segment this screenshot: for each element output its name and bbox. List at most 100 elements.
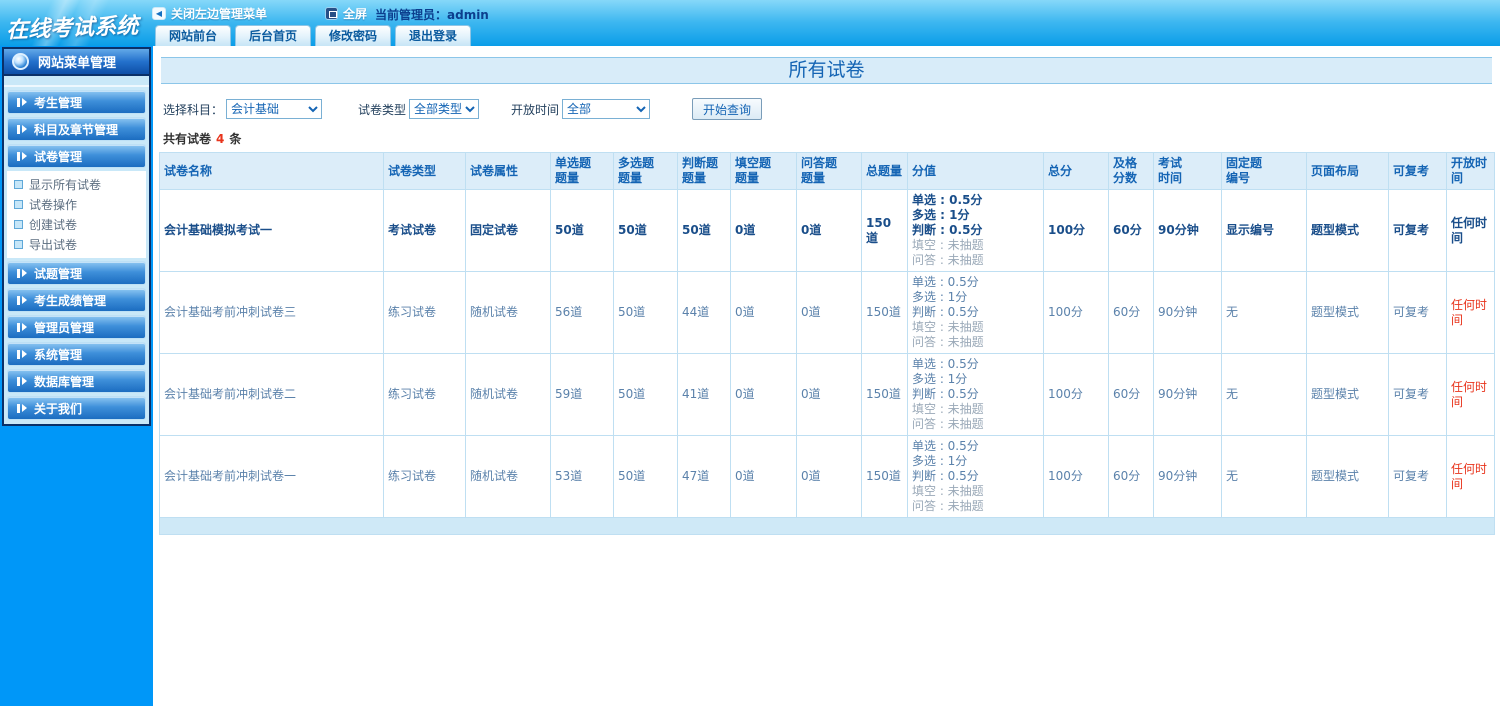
paper-count-prefix: 共有试卷 [163,132,212,146]
current-admin-label: 当前管理员：admin [375,8,489,22]
sidebar-item-label: 导出试卷 [29,237,78,252]
expand-arrow-icon [17,403,27,413]
score-line: 单选 : 0.5分 [912,357,979,371]
cell-q-single: 53道 [550,435,614,518]
tab-change-password[interactable]: 修改密码 [315,25,392,46]
fullscreen-button[interactable]: 全屏 [325,5,367,22]
column-header: 多选题 题量 [613,152,678,190]
sidebar-group-label: 科目及章节管理 [34,122,119,137]
cell-q-total: 150道 [861,271,908,354]
start-query-button[interactable]: 开始查询 [692,98,763,120]
open-time-filter-label: 开放时间 [511,102,560,117]
sidebar-group-system-management[interactable]: 系统管理 [7,342,146,366]
tab-site-front[interactable]: 网站前台 [155,25,232,46]
score-line: 判断 : 0.5分 [912,223,983,237]
cell-duration: 90分钟 [1153,353,1222,436]
cell-scores: 单选 : 0.5分 多选 : 1分 判断 : 0.5分 填空 : 未抽题 问答 : 未抽… [907,353,1044,436]
table-row: 会计基础模拟考试一 考试试卷 固定试卷 50道 50道 50道 0道 0道 150道 单选 : 0… [159,189,1495,272]
sidebar-group-subject-chapter-management[interactable]: 科目及章节管理 [7,117,146,141]
cell-q-judge: 50道 [677,189,731,272]
column-header: 分值 [907,152,1044,190]
score-line: 多选 : 1分 [912,290,968,304]
cell-score-pass: 60分 [1108,271,1154,354]
cell-q-total: 150道 [861,189,908,272]
cell-name: 会计基础考前冲刺试卷一 [159,435,384,518]
cell-q-fill: 0道 [730,435,797,518]
cell-type: 练习试卷 [383,271,466,354]
papers-table-body: 会计基础模拟考试一 考试试卷 固定试卷 50道 50道 50道 0道 0道 150道 单选 : 0… [159,189,1495,518]
cell-score-total: 100分 [1043,435,1109,518]
tab-logout[interactable]: 退出登录 [395,25,472,46]
cell-q-multi: 50道 [613,271,678,354]
table-footer-row [159,517,1495,535]
table-row: 会计基础考前冲刺试卷一 练习试卷 随机试卷 53道 50道 47道 0道 0道 150道 单选 :… [159,435,1495,518]
table-footer-cell [159,517,1495,535]
column-header: 单选题 题量 [550,152,614,190]
sidebar-group-question-management[interactable]: 试题管理 [7,261,146,285]
sidebar-group-paper-management[interactable]: 试卷管理 [7,144,146,168]
score-line: 判断 : 0.5分 [912,305,979,319]
tab-admin-home[interactable]: 后台首页 [235,25,312,46]
close-left-menu-button[interactable]: ◀ 关闭左边管理菜单 [152,5,267,22]
sidebar-group-label: 考生管理 [34,95,83,110]
cell-duration: 90分钟 [1153,271,1222,354]
expand-arrow-icon [17,322,27,332]
column-header: 固定题 编号 [1221,152,1307,190]
cell-open-time: 任何时间 [1446,353,1495,436]
paper-count-row: 共有试卷 4 条 [163,130,1500,147]
cell-name: 会计基础考前冲刺试卷二 [159,353,384,436]
cell-score-total: 100分 [1043,353,1109,436]
score-line: 单选 : 0.5分 [912,275,979,289]
sidebar-group-examinee-management[interactable]: 考生管理 [7,90,146,114]
sidebar-item-show-all-papers[interactable]: 显示所有试卷 [7,174,146,194]
open-time-select[interactable]: 全部 [562,99,651,119]
sphere-icon [12,53,29,70]
cell-duration: 90分钟 [1153,189,1222,272]
sidebar-item-export-paper[interactable]: 导出试卷 [7,234,146,254]
sidebar-group-score-management[interactable]: 考生成绩管理 [7,288,146,312]
paper-count-suffix: 条 [229,132,242,146]
papers-table-head-row: 试卷名称 试卷类型 试卷属性 单选题 题量 多选题 题量 判断题 题量 填空题 题量 问答题 题量 总题量… [159,152,1495,190]
sidebar-group-label: 试卷管理 [34,149,83,164]
cell-q-multi: 50道 [613,435,678,518]
sidebar-group-about-us[interactable]: 关于我们 [7,396,146,420]
score-line: 问答 : 未抽题 [912,417,984,431]
sidebar-group-label: 关于我们 [34,401,83,416]
cell-name: 会计基础考前冲刺试卷三 [159,271,384,354]
expand-arrow-icon [17,376,27,386]
paper-type-select[interactable]: 全部类型 [409,99,480,119]
sidebar-group-admin-management[interactable]: 管理员管理 [7,315,146,339]
column-header: 总题量 [861,152,908,190]
expand-arrow-icon [17,268,27,278]
score-line: 填空 : 未抽题 [912,238,984,252]
list-square-icon [14,199,23,209]
cell-q-fill: 0道 [730,189,797,272]
subject-select[interactable]: 会计基础 [226,99,323,119]
cell-retake: 可复考 [1388,435,1447,518]
cell-q-single: 59道 [550,353,614,436]
score-line: 判断 : 0.5分 [912,387,979,401]
cell-q-judge: 44道 [677,271,731,354]
expand-arrow-icon [17,97,27,107]
sidebar-menu-title: 网站菜单管理 [4,49,149,76]
subject-filter-label: 选择科目： [163,102,224,117]
sidebar-group-label: 系统管理 [34,347,83,362]
score-line: 多选 : 1分 [912,208,970,222]
sidebar-item-create-paper[interactable]: 创建试卷 [7,214,146,234]
filter-bar: 选择科目： 会计基础 试卷类型 全部类型 开放时间 全部 开始查询 [163,98,1500,120]
sidebar-item-paper-operation[interactable]: 试卷操作 [7,194,146,214]
cell-q-fill: 0道 [730,271,797,354]
sidebar-menu-strip [4,76,149,87]
sidebar-group-label: 试题管理 [34,266,83,281]
fullscreen-label: 全屏 [343,7,368,21]
cell-attr: 随机试卷 [465,435,551,518]
expand-arrow-icon [17,151,27,161]
column-header: 页面布局 [1306,152,1389,190]
cell-name: 会计基础模拟考试一 [159,189,384,272]
sidebar-group-database-management[interactable]: 数据库管理 [7,369,146,393]
column-header: 问答题 题量 [796,152,862,190]
top-tabs: 网站前台 后台首页 修改密码 退出登录 [155,25,472,46]
paper-type-filter-label: 试卷类型 [358,102,407,117]
cell-attr: 随机试卷 [465,353,551,436]
app-logo-text: 在线考试系统 [5,12,139,44]
